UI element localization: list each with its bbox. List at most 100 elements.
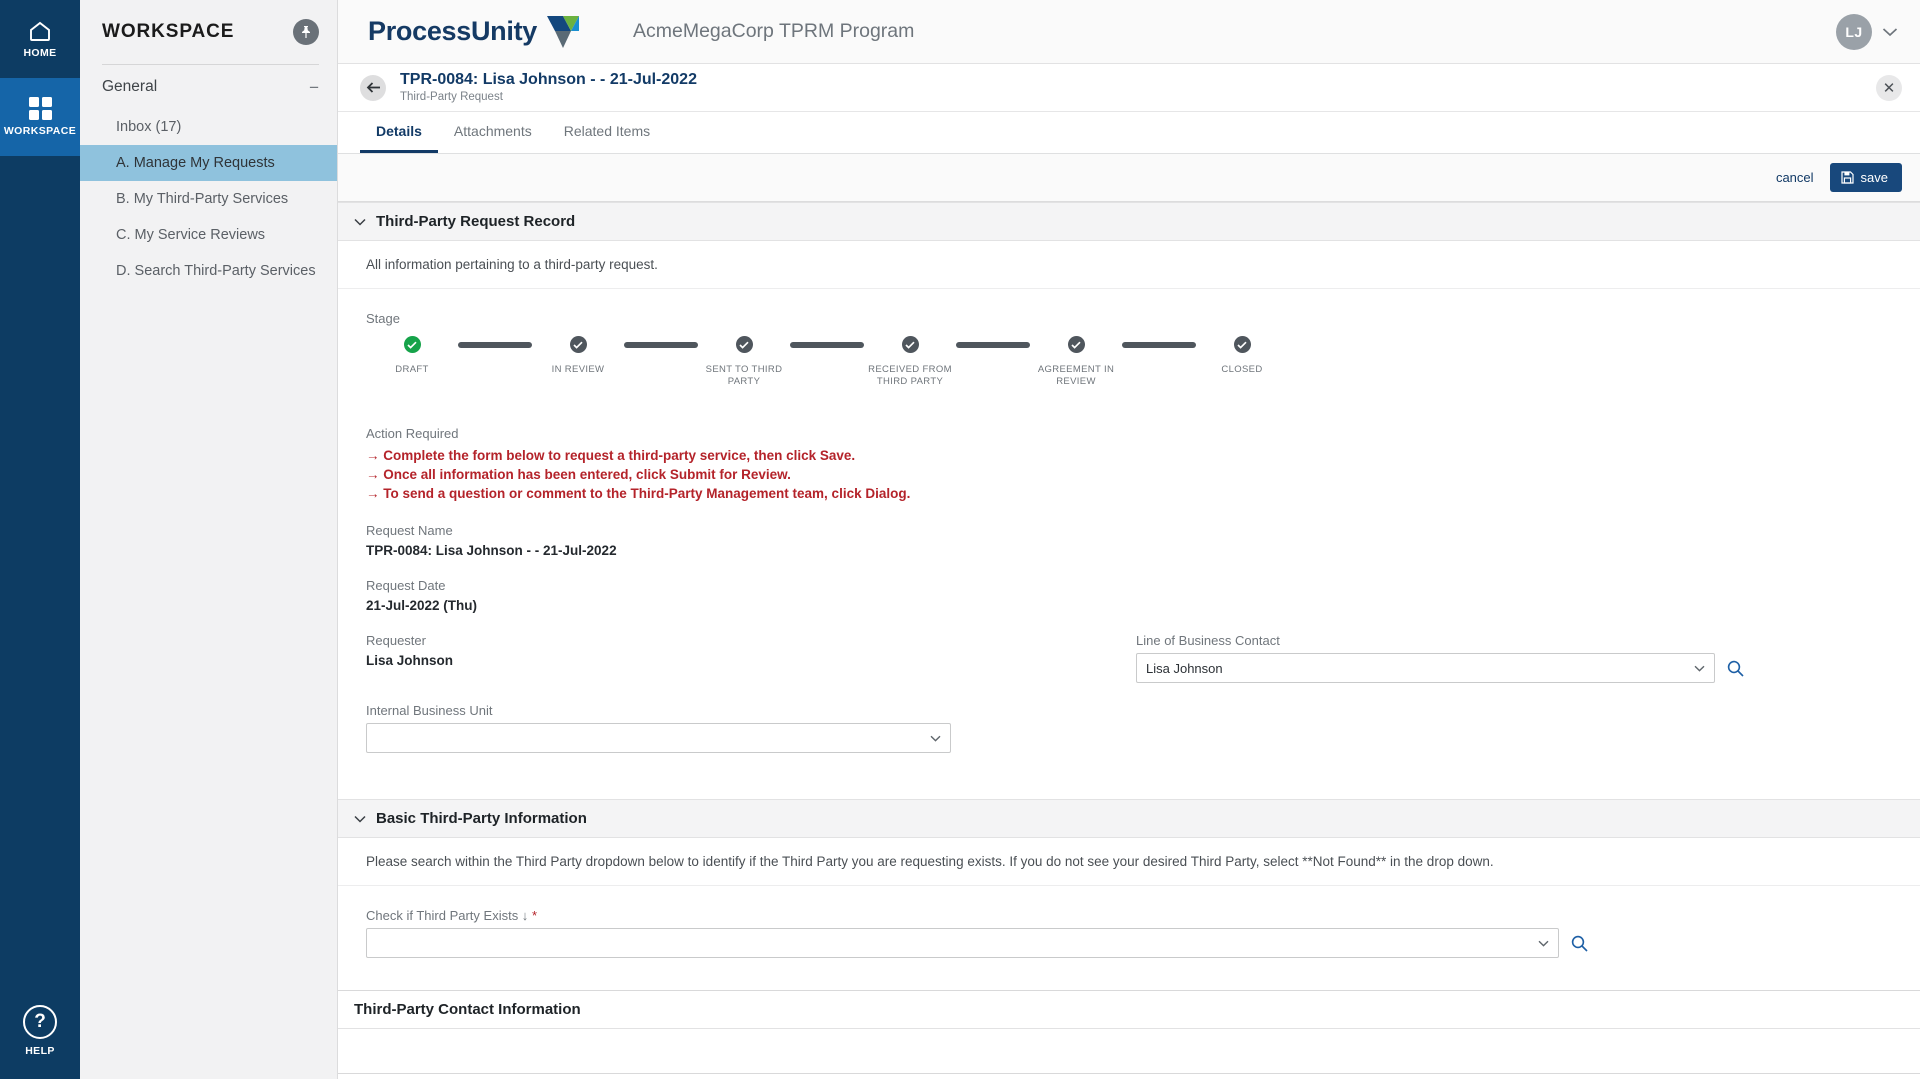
rail-item-workspace[interactable]: WORKSPACE — [0, 78, 80, 156]
rail-item-help[interactable]: ? HELP — [0, 983, 80, 1079]
brand-name: ProcessUnity — [368, 16, 537, 46]
rail-label-help: HELP — [25, 1045, 55, 1057]
top-bar: ProcessUnity AcmeMegaCorp TPRM Program L… — [338, 0, 1920, 64]
sidebar-item-my-third-party-services[interactable]: B. My Third-Party Services — [80, 181, 337, 217]
section-header-basic-info[interactable]: Basic Third-Party Information — [338, 799, 1920, 838]
workspace-title: WORKSPACE — [102, 21, 235, 42]
check-third-party-label: Check if Third Party Exists ↓ * — [366, 908, 1892, 923]
avatar[interactable]: LJ — [1836, 13, 1872, 50]
search-icon[interactable] — [1727, 660, 1744, 677]
close-icon[interactable]: ✕ — [1876, 74, 1902, 101]
search-icon[interactable] — [1571, 935, 1588, 952]
section-header-request-record[interactable]: Third-Party Request Record — [338, 202, 1920, 241]
stage-connector — [458, 342, 532, 348]
question-mark-icon: ? — [23, 1005, 57, 1039]
record-header: TPR-0084: Lisa Johnson - - 21-Jul-2022 T… — [338, 64, 1920, 112]
page-title: TPR-0084: Lisa Johnson - - 21-Jul-2022 — [400, 71, 697, 88]
requester-label: Requester — [366, 633, 426, 648]
stage-step-in-review[interactable]: IN REVIEW — [532, 336, 624, 376]
internal-business-unit-select[interactable] — [366, 723, 951, 753]
check-circle-icon — [1233, 336, 1251, 353]
save-disk-icon — [1840, 171, 1854, 184]
lob-contact-control: Lisa Johnson — [1136, 653, 1744, 683]
request-name-label: Request Name — [366, 523, 453, 538]
stage-connector — [956, 342, 1030, 348]
stage-step-sent-to-third-party[interactable]: SENT TO THIRD PARTY — [698, 336, 790, 388]
stage-stepper: DRAFT IN REVIEW SENT TO THIRD PARTY RECE… — [366, 336, 1892, 388]
check-third-party-select[interactable] — [366, 928, 1559, 958]
check-third-party-control — [366, 928, 1588, 958]
rail-spacer — [0, 156, 80, 983]
section-header-service-relationship[interactable]: Service Relationship Data — [338, 1073, 1920, 1079]
lob-contact-select[interactable]: Lisa Johnson — [1136, 653, 1715, 683]
stage-label-received-from-third-party: RECEIVED FROM THIRD PARTY — [868, 364, 952, 387]
sidebar-item-search-third-party-services[interactable]: D. Search Third-Party Services — [80, 253, 337, 289]
save-button[interactable]: save — [1829, 163, 1902, 192]
stage-step-draft[interactable]: DRAFT — [366, 336, 458, 376]
cancel-button[interactable]: cancel — [1776, 170, 1814, 185]
request-name-block: Request Name TPR-0084: Lisa Johnson - - … — [366, 523, 1892, 558]
stage-step-closed[interactable]: CLOSED — [1196, 336, 1288, 376]
primary-nav-rail: HOME WORKSPACE ? HELP — [0, 0, 80, 1079]
action-toolbar: cancel save — [338, 154, 1920, 202]
main-area: ProcessUnity AcmeMegaCorp TPRM Program L… — [338, 0, 1920, 1079]
stage-block: Stage DRAFT IN REVIEW SENT TO THIRD PART… — [366, 311, 1892, 388]
stage-step-received-from-third-party[interactable]: RECEIVED FROM THIRD PARTY — [864, 336, 956, 388]
action-required-line-1: → Complete the form below to request a t… — [366, 448, 856, 463]
pin-icon[interactable] — [293, 19, 319, 45]
section-description-basic-info: Please search within the Third Party dro… — [338, 838, 1920, 886]
sidebar-group-general[interactable]: General − — [80, 65, 337, 109]
stage-label-in-review: IN REVIEW — [551, 364, 605, 375]
section-description-request-record: All information pertaining to a third-pa… — [338, 241, 1920, 289]
internal-business-unit-label: Internal Business Unit — [366, 703, 493, 718]
record-title-group: TPR-0084: Lisa Johnson - - 21-Jul-2022 T… — [400, 71, 697, 104]
sidebar-item-manage-my-requests[interactable]: A. Manage My Requests — [80, 145, 337, 181]
stage-label: Stage — [366, 311, 400, 326]
requester-row: Requester Lisa Johnson Line of Business … — [366, 633, 1892, 683]
action-required-line-3: → To send a question or comment to the T… — [366, 486, 911, 501]
chevron-down-icon — [1538, 940, 1549, 947]
chevron-down-icon — [930, 735, 941, 742]
section-title-contact-info: Third-Party Contact Information — [354, 1001, 581, 1018]
collapse-icon[interactable]: − — [309, 79, 319, 96]
stage-connector — [624, 342, 698, 348]
chevron-down-icon[interactable] — [354, 815, 366, 823]
chevron-down-icon[interactable] — [1882, 27, 1898, 37]
check-third-party-label-text: Check if Third Party Exists ↓ — [366, 908, 529, 923]
rail-item-home[interactable]: HOME — [0, 0, 80, 78]
stage-step-agreement-in-review[interactable]: AGREEMENT IN REVIEW — [1030, 336, 1122, 388]
stage-label-agreement-in-review: AGREEMENT IN REVIEW — [1037, 364, 1115, 387]
record-subtitle: Third-Party Request — [400, 91, 503, 103]
chevron-down-icon[interactable] — [354, 218, 366, 226]
app-root: HOME WORKSPACE ? HELP WORKSPACE General … — [0, 0, 1920, 1079]
sidebar-item-inbox[interactable]: Inbox (17) — [80, 109, 337, 145]
tab-details[interactable]: Details — [360, 112, 438, 153]
action-required-line-2: → Once all information has been entered,… — [366, 467, 791, 482]
request-name-value: TPR-0084: Lisa Johnson - - 21-Jul-2022 — [366, 543, 617, 558]
check-circle-icon — [569, 336, 587, 353]
arrow-left-icon[interactable] — [360, 74, 386, 101]
section-title-basic-info: Basic Third-Party Information — [376, 810, 587, 827]
brand-logo[interactable]: ProcessUnity — [368, 15, 581, 49]
lob-contact-block: Line of Business Contact Lisa Johnson — [1136, 633, 1892, 683]
sidebar-item-my-service-reviews[interactable]: C. My Service Reviews — [80, 217, 337, 253]
rail-label-home: HOME — [23, 46, 57, 59]
tab-attachments[interactable]: Attachments — [438, 112, 548, 153]
rail-label-workspace: WORKSPACE — [3, 125, 77, 137]
requester-block: Requester Lisa Johnson — [366, 633, 1122, 683]
section-title-request-record: Third-Party Request Record — [376, 213, 576, 230]
tab-related-items[interactable]: Related Items — [548, 112, 666, 153]
grid-icon — [28, 97, 52, 120]
tab-bar: Details Attachments Related Items — [338, 112, 1920, 154]
section-header-contact-info[interactable]: Third-Party Contact Information — [338, 990, 1920, 1029]
chevron-down-icon — [1694, 665, 1705, 672]
request-date-label: Request Date — [366, 578, 446, 593]
form-body[interactable]: Third-Party Request Record All informati… — [338, 202, 1920, 1079]
action-required-block: Action Required → Complete the form belo… — [366, 426, 1892, 503]
contact-info-body — [338, 1029, 1920, 1073]
processunity-mark-icon — [545, 15, 581, 49]
home-icon — [28, 20, 52, 42]
check-circle-icon — [901, 336, 919, 353]
request-record-fields: Stage DRAFT IN REVIEW SENT TO THIRD PART… — [338, 289, 1920, 799]
internal-business-unit-block: Internal Business Unit — [366, 703, 1892, 753]
